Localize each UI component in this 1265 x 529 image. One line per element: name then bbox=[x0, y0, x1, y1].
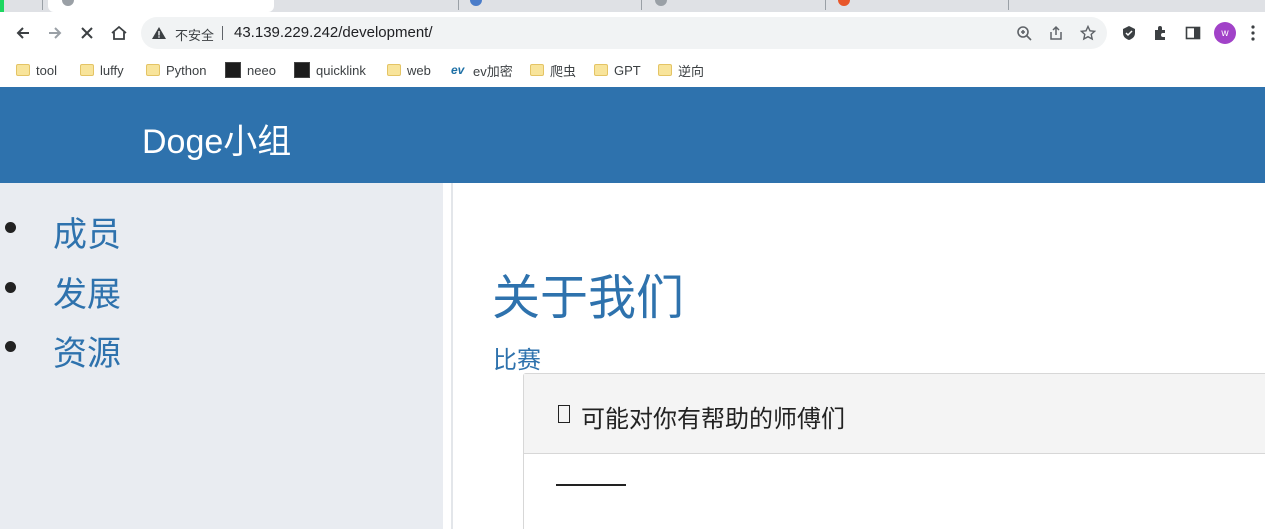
warning-icon[interactable] bbox=[151, 25, 167, 41]
bookmark-gpt[interactable]: GPT bbox=[594, 60, 641, 80]
card-divider bbox=[556, 484, 626, 486]
bookmark-label: Python bbox=[166, 62, 207, 78]
bullet-icon bbox=[5, 341, 16, 352]
home-icon bbox=[111, 25, 127, 40]
omnibox-divider bbox=[222, 26, 223, 40]
folder-icon bbox=[80, 64, 94, 76]
card-title: 可能对你有帮助的师傅们 bbox=[581, 406, 845, 433]
folder-icon bbox=[658, 64, 672, 76]
side-panel-icon[interactable] bbox=[1182, 22, 1204, 44]
tab-separator bbox=[825, 0, 826, 10]
page-title: 关于我们 bbox=[492, 272, 685, 325]
sidebar-item-label[interactable]: 成员 bbox=[53, 207, 121, 256]
bookmark-label: 爬虫 bbox=[550, 63, 577, 79]
site-header: Doge小组 bbox=[0, 87, 1265, 183]
bookmark-tool[interactable]: tool bbox=[16, 60, 57, 80]
tab-separator bbox=[42, 0, 43, 10]
tab-favicon bbox=[470, 0, 482, 6]
bookmark-label: 逆向 bbox=[678, 63, 705, 79]
site-icon bbox=[225, 62, 241, 78]
tab-favicon bbox=[838, 0, 850, 6]
browser-toolbar: 不安全 43.139.229.242/development/ w bbox=[0, 12, 1265, 54]
bookmark-label: GPT bbox=[614, 62, 641, 78]
bookmark-reverse[interactable]: 逆向 bbox=[658, 60, 704, 80]
sidebar-item-label[interactable]: 资源 bbox=[53, 326, 121, 375]
bookmark-ev[interactable]: ev ev加密 bbox=[451, 60, 513, 80]
bullet-icon bbox=[5, 282, 16, 293]
menu-kebab-icon[interactable] bbox=[1246, 22, 1260, 44]
back-arrow-icon bbox=[16, 27, 29, 39]
share-icon[interactable] bbox=[1047, 24, 1065, 42]
folder-icon bbox=[594, 64, 608, 76]
bookmark-label: quicklink bbox=[316, 62, 366, 78]
address-bar[interactable]: 不安全 43.139.229.242/development/ bbox=[141, 17, 1107, 49]
mentors-card: 可能对你有帮助的师傅们 bbox=[523, 373, 1265, 529]
tab-separator bbox=[1008, 0, 1009, 10]
bookmark-label: neeo bbox=[247, 62, 276, 78]
tab-active[interactable] bbox=[48, 0, 274, 12]
sidebar-divider bbox=[443, 183, 453, 529]
site-icon bbox=[294, 62, 310, 78]
extensions-puzzle-icon[interactable] bbox=[1150, 22, 1172, 44]
bookmark-label: luffy bbox=[100, 62, 124, 78]
sidebar-item-resources[interactable]: 资源 bbox=[0, 320, 443, 373]
close-icon bbox=[81, 27, 93, 39]
competition-link[interactable]: 比赛 bbox=[493, 340, 541, 375]
bookmark-crawler[interactable]: 爬虫 bbox=[530, 60, 576, 80]
bookmark-label: tool bbox=[36, 62, 57, 78]
folder-icon bbox=[530, 64, 544, 76]
bullet-icon bbox=[5, 222, 16, 233]
bookmark-neeo[interactable]: neeo bbox=[225, 60, 276, 80]
ev-site-icon: ev bbox=[451, 63, 465, 77]
sidebar-item-development[interactable]: 发展 bbox=[0, 261, 443, 314]
extension-shield-icon[interactable] bbox=[1118, 22, 1140, 44]
back-button[interactable] bbox=[10, 20, 36, 46]
forward-button[interactable] bbox=[42, 20, 68, 46]
folder-icon bbox=[387, 64, 401, 76]
folder-icon bbox=[16, 64, 30, 76]
tab-separator bbox=[458, 0, 459, 10]
star-icon[interactable] bbox=[1079, 24, 1097, 42]
sidebar-item-members[interactable]: 成员 bbox=[0, 201, 443, 254]
zoom-icon[interactable] bbox=[1015, 24, 1033, 42]
bookmark-web[interactable]: web bbox=[387, 60, 431, 80]
home-button[interactable] bbox=[106, 20, 132, 46]
site-brand[interactable]: Doge小组 bbox=[142, 114, 291, 163]
profile-avatar[interactable]: w bbox=[1214, 22, 1236, 44]
bookmark-luffy[interactable]: luffy bbox=[80, 60, 124, 80]
bookmark-quicklink[interactable]: quicklink bbox=[294, 60, 366, 80]
sidebar: 成员 发展 资源 bbox=[0, 183, 443, 529]
url-text[interactable]: 43.139.229.242/development/ bbox=[234, 24, 433, 41]
missing-glyph-icon bbox=[558, 405, 570, 423]
forward-arrow-icon bbox=[49, 27, 62, 39]
bookmark-python[interactable]: Python bbox=[146, 60, 206, 80]
sidebar-item-label[interactable]: 发展 bbox=[53, 267, 121, 316]
card-header[interactable]: 可能对你有帮助的师傅们 bbox=[524, 374, 1265, 454]
tab-favicon bbox=[655, 0, 667, 6]
bookmarks-bar: tool luffy Python neeo quicklink web ev … bbox=[0, 54, 1265, 87]
stop-loading-button[interactable] bbox=[74, 20, 100, 46]
folder-icon bbox=[146, 64, 160, 76]
bookmark-label: web bbox=[407, 62, 431, 78]
security-label[interactable]: 不安全 bbox=[175, 25, 214, 44]
tab-separator bbox=[641, 0, 642, 10]
tab-strip bbox=[0, 0, 1265, 12]
bookmark-label: ev加密 bbox=[473, 63, 513, 79]
